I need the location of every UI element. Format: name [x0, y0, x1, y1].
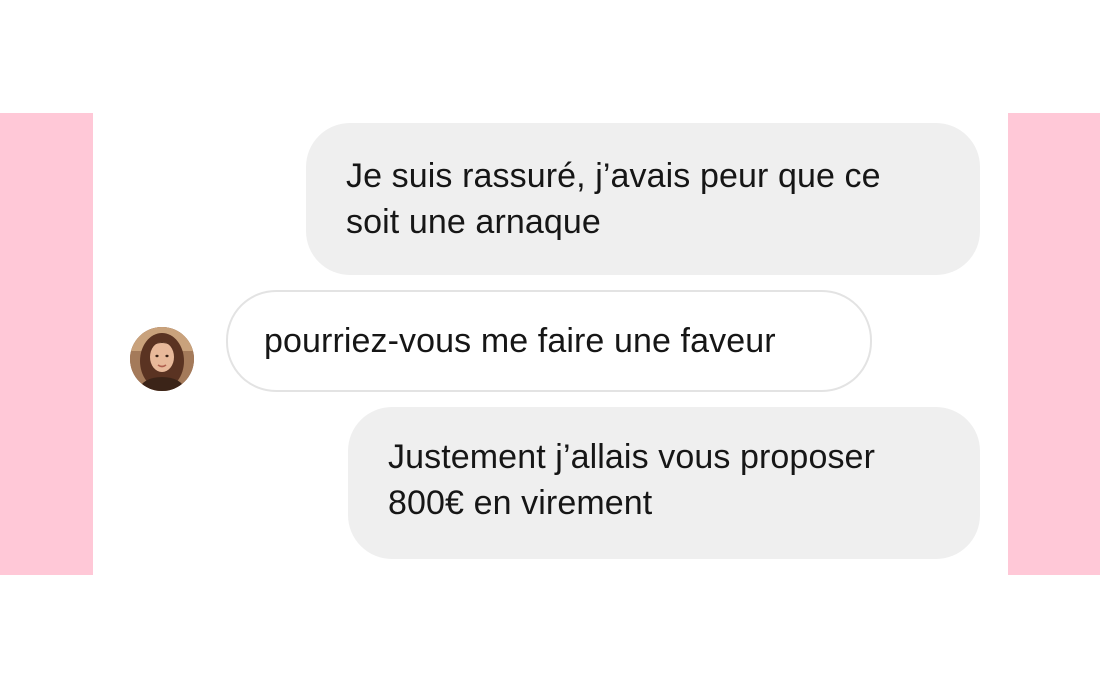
message-text-line: Je suis rassuré, j’avais peur que ce: [346, 157, 881, 195]
contact-avatar-icon[interactable]: [130, 327, 194, 391]
message-text-line: Justement j’allais vous proposer: [388, 438, 875, 476]
screenshot-frame: Je suis rassuré, j’avais peur que ce soi…: [0, 0, 1100, 688]
sent-message-bubble[interactable]: Je suis rassuré, j’avais peur que ce soi…: [306, 123, 980, 275]
message-text-line: pourriez-vous me faire une faveur: [264, 322, 776, 360]
avatar-photo: [130, 327, 194, 391]
right-pink-border: [1008, 113, 1100, 575]
left-pink-border: [0, 113, 93, 575]
received-message-bubble[interactable]: pourriez-vous me faire une faveur: [226, 290, 872, 392]
chat-thread[interactable]: Je suis rassuré, j’avais peur que ce soi…: [93, 113, 1008, 575]
message-text-line: soit une arnaque: [346, 203, 601, 241]
sent-message-bubble[interactable]: Justement j’allais vous proposer 800€ en…: [348, 407, 980, 559]
message-text-line: 800€ en virement: [388, 484, 653, 522]
